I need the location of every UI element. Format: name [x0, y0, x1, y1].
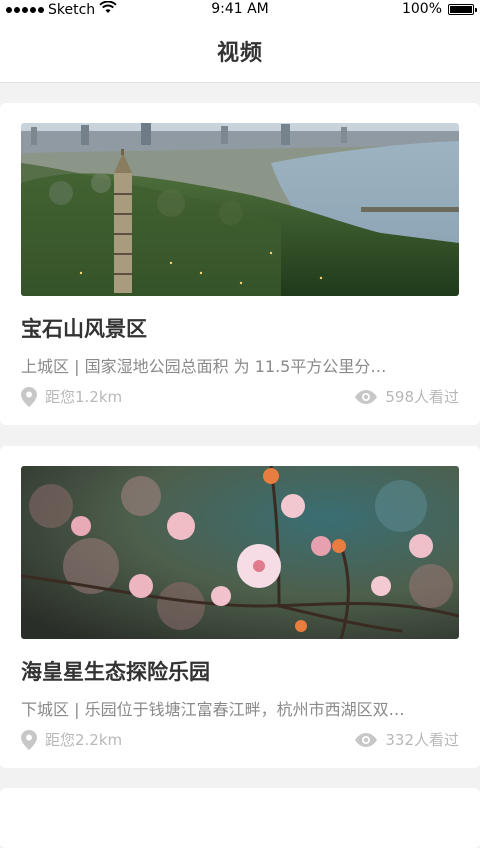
distance-text: 距您2.2km — [45, 731, 123, 749]
eye-icon — [355, 389, 378, 404]
distance-text: 距您1.2km — [45, 388, 123, 406]
eye-icon — [355, 732, 378, 747]
card-title: 宝石山风景区 — [21, 317, 147, 341]
card-title: 海皇星生态探险乐园 — [21, 660, 210, 684]
battery-percent: 100% — [401, 1, 442, 17]
distance-info: 距您1.2km — [21, 386, 122, 407]
card-meta: 距您1.2km 598人看过 — [21, 386, 459, 408]
location-pin-icon — [21, 729, 37, 750]
views-text: 598人看过 — [385, 388, 459, 406]
views-text: 332人看过 — [385, 731, 459, 749]
attraction-card-partial[interactable] — [0, 788, 480, 848]
card-meta: 距您2.2km 332人看过 — [21, 729, 459, 751]
page-title: 视频 — [216, 41, 263, 66]
navigation-bar: 视频 — [0, 20, 480, 83]
card-image-blossom — [21, 466, 459, 639]
distance-info: 距您2.2km — [21, 729, 122, 750]
card-description: 下城区 | 乐园位于钱塘江富春江畔，杭州市西湖区双… — [21, 700, 405, 719]
attraction-card[interactable]: 海皇星生态探险乐园 下城区 | 乐园位于钱塘江富春江畔，杭州市西湖区双… 距您2… — [0, 446, 480, 768]
status-bar: Sketch 9:41 AM 100% — [0, 0, 480, 20]
views-info: 332人看过 — [355, 729, 459, 750]
battery-icon — [448, 3, 477, 15]
location-pin-icon — [21, 386, 37, 407]
card-image-city-lake — [21, 123, 459, 296]
card-description: 上城区 | 国家湿地公园总面积 为 11.5平方公里分… — [21, 357, 387, 376]
battery-info: 100% — [401, 1, 477, 17]
attraction-card[interactable]: 宝石山风景区 上城区 | 国家湿地公园总面积 为 11.5平方公里分… 距您1.… — [0, 103, 480, 425]
views-info: 598人看过 — [355, 386, 459, 407]
